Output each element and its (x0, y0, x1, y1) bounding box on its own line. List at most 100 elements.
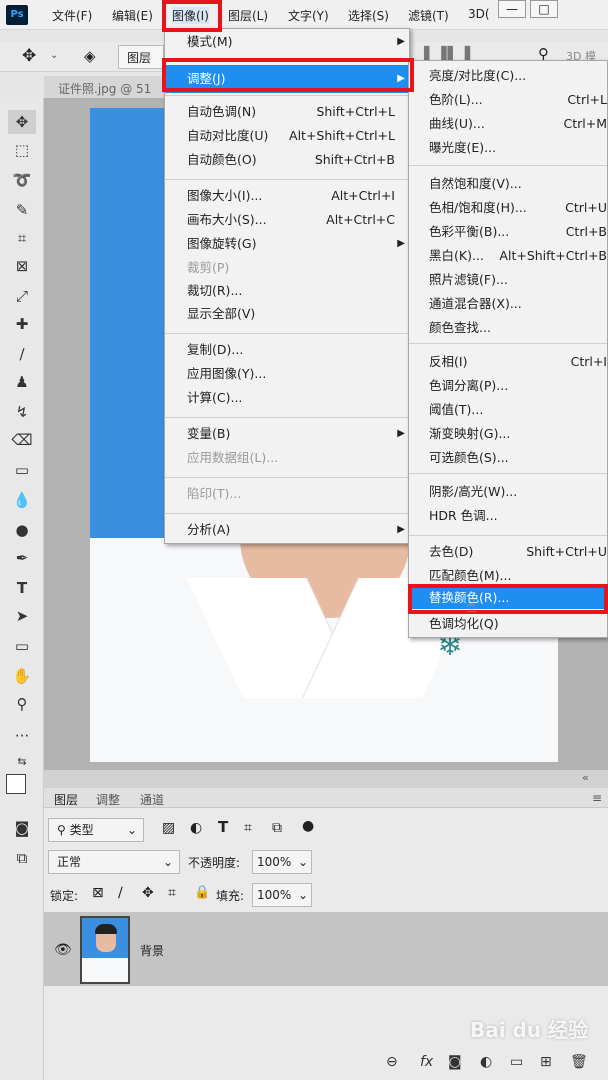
menu-file[interactable]: 文件(F) (52, 7, 92, 24)
maximize-button[interactable]: □ (530, 0, 558, 18)
swap-colors-icon[interactable]: ⇆ (8, 750, 36, 774)
adjust-menu-item-desaturate[interactable]: 去色(D) Shift+Ctrl+U (409, 541, 607, 563)
image-menu-item-trim[interactable]: 裁切(R)... (165, 280, 409, 302)
delete-layer-icon[interactable]: 🗑 (570, 1054, 588, 1070)
minimize-button[interactable]: — (498, 0, 526, 18)
lock-all-icon[interactable]: 🔒 (194, 885, 210, 900)
image-menu-item-mode[interactable]: 模式(M) ▶ (165, 31, 409, 53)
image-menu-item-canvas-size[interactable]: 画布大小(S)... Alt+Ctrl+C (165, 209, 409, 231)
menu-edit[interactable]: 编辑(E) (112, 7, 153, 24)
adjust-menu-item-color-lookup[interactable]: 颜色查找... (409, 317, 607, 339)
adjust-menu-item-posterize[interactable]: 色调分离(P)... (409, 375, 607, 397)
lasso-tool-icon[interactable]: ➰ (8, 168, 36, 192)
text-tool-icon[interactable]: T (8, 576, 36, 600)
adjustment-filter-icon[interactable]: ◐ (190, 820, 202, 836)
filter-kind-dropdown[interactable]: ⚲ 类型 ⌄ (48, 818, 144, 842)
image-menu-item-auto-contrast[interactable]: 自动对比度(U) Alt+Shift+Ctrl+L (165, 125, 409, 147)
image-menu-item-calculations[interactable]: 计算(C)... (165, 387, 409, 409)
tab-layers[interactable]: 图层 (54, 791, 78, 808)
foreground-color-swatch[interactable] (6, 774, 26, 794)
fill-field[interactable]: 100% ⌄ (252, 883, 312, 907)
opacity-field[interactable]: 100% ⌄ (252, 850, 312, 874)
layers-stack-icon[interactable]: ◈ (84, 47, 96, 65)
lock-artboard-icon[interactable]: ⌗ (168, 885, 176, 901)
adjust-menu-item-hue-saturation[interactable]: 色相/饱和度(H)... Ctrl+U (409, 197, 607, 219)
menu-3d[interactable]: 3D( (468, 7, 490, 21)
frame-tool-icon[interactable]: ⊠ (8, 254, 36, 278)
adjust-menu-item-exposure[interactable]: 曝光度(E)... (409, 137, 607, 159)
adjust-menu-item-channel-mixer[interactable]: 通道混合器(X)... (409, 293, 607, 315)
adjust-menu-item-selective-color[interactable]: 可选颜色(S)... (409, 447, 607, 469)
type-filter-icon[interactable]: T (218, 818, 228, 836)
adjust-menu-item-threshold[interactable]: 阈值(T)... (409, 399, 607, 421)
fx-icon[interactable]: fx (420, 1054, 433, 1070)
stamp-tool-icon[interactable]: ♟ (8, 370, 36, 394)
adjust-menu-item-invert[interactable]: 反相(I) Ctrl+I (409, 351, 607, 373)
blur-tool-icon[interactable]: 💧 (8, 488, 36, 512)
pixel-filter-icon[interactable]: ▨ (162, 820, 175, 836)
zoom-tool-icon[interactable]: ⚲ (8, 692, 36, 716)
quick-mask-icon[interactable]: ◙ (8, 816, 36, 840)
filter-toggle-icon[interactable]: ● (302, 818, 314, 834)
move-icon[interactable]: ✥ (22, 46, 36, 66)
smart-object-filter-icon[interactable]: ⧉ (272, 820, 282, 836)
eyedropper-icon[interactable]: ⤢ (8, 284, 36, 308)
new-layer-icon[interactable]: ⊞ (540, 1054, 552, 1070)
image-menu-item-analysis[interactable]: 分析(A) ▶ (165, 519, 409, 541)
eraser-tool-icon[interactable]: ⌫ (8, 428, 36, 452)
auto-select-dropdown[interactable]: 图层 (118, 45, 164, 69)
adjustment-layer-icon[interactable]: ◐ (480, 1054, 492, 1070)
lock-transparent-icon[interactable]: ⊠ (92, 885, 104, 901)
lock-image-icon[interactable]: ∕ (118, 885, 123, 901)
image-menu-item-apply-image[interactable]: 应用图像(Y)... (165, 363, 409, 385)
shape-filter-icon[interactable]: ⌗ (244, 820, 252, 836)
menu-layer[interactable]: 图层(L) (228, 7, 268, 24)
image-menu-item-image-size[interactable]: 图像大小(I)... Alt+Ctrl+I (165, 185, 409, 207)
tab-adjustments[interactable]: 调整 (96, 791, 120, 808)
new-group-icon[interactable]: ▭ (510, 1054, 523, 1070)
visibility-eye-icon[interactable]: 👁 (54, 942, 72, 958)
blend-mode-dropdown[interactable]: 正常 ⌄ (48, 850, 180, 874)
add-mask-icon[interactable]: ◙ (448, 1054, 462, 1070)
hand-tool-icon[interactable]: ✋ (8, 664, 36, 688)
menu-select[interactable]: 选择(S) (348, 7, 389, 24)
gradient-tool-icon[interactable]: ▭ (8, 458, 36, 482)
image-menu-item-auto-tone[interactable]: 自动色调(N) Shift+Ctrl+L (165, 101, 409, 123)
panel-menu-icon[interactable]: ≡ (592, 791, 602, 805)
rectangle-tool-icon[interactable]: ▭ (8, 634, 36, 658)
screen-mode-icon[interactable]: ⧉ (8, 846, 36, 870)
menu-type[interactable]: 文字(Y) (288, 7, 329, 24)
adjust-menu-item-gradient-map[interactable]: 渐变映射(G)... (409, 423, 607, 445)
adjust-menu-item-photo-filter[interactable]: 照片滤镜(F)... (409, 269, 607, 291)
marquee-tool-icon[interactable]: ⬚ (8, 138, 36, 162)
dodge-tool-icon[interactable]: ● (8, 518, 36, 542)
layer-name[interactable]: 背景 (140, 942, 164, 959)
image-menu-item-auto-color[interactable]: 自动颜色(O) Shift+Ctrl+B (165, 149, 409, 171)
image-menu-item-image-rotation[interactable]: 图像旋转(G) ▶ (165, 233, 409, 255)
collapse-icon[interactable]: « (582, 771, 589, 784)
image-menu-item-reveal-all[interactable]: 显示全部(V) (165, 303, 409, 325)
adjust-menu-item-black-white[interactable]: 黑白(K)... Alt+Shift+Ctrl+B (409, 245, 607, 267)
brush-tool-icon[interactable]: ∕ (8, 342, 36, 366)
move-tool-icon[interactable]: ✥ (8, 110, 36, 134)
lock-position-icon[interactable]: ✥ (142, 885, 154, 901)
crop-tool-icon[interactable]: ⌗ (8, 226, 36, 250)
adjust-menu-item-levels[interactable]: 色阶(L)... Ctrl+L (409, 89, 607, 111)
healing-brush-icon[interactable]: ✚ (8, 312, 36, 336)
adjust-menu-item-vibrance[interactable]: 自然饱和度(V)... (409, 173, 607, 195)
adjust-menu-item-color-balance[interactable]: 色彩平衡(B)... Ctrl+B (409, 221, 607, 243)
pen-tool-icon[interactable]: ✒ (8, 546, 36, 570)
adjust-menu-item-shadows-highlights[interactable]: 阴影/高光(W)... (409, 481, 607, 503)
adjust-menu-item-brightness-contrast[interactable]: 亮度/对比度(C)... (409, 65, 607, 87)
path-select-icon[interactable]: ➤ (8, 604, 36, 628)
adjust-menu-item-hdr-toning[interactable]: HDR 色调... (409, 505, 607, 527)
link-layers-icon[interactable]: ⊖ (386, 1054, 398, 1070)
quick-select-icon[interactable]: ✎ (8, 198, 36, 222)
menu-filter[interactable]: 滤镜(T) (408, 7, 449, 24)
tab-channels[interactable]: 通道 (140, 791, 164, 808)
adjust-menu-item-curves[interactable]: 曲线(U)... Ctrl+M (409, 113, 607, 135)
chevron-down-icon[interactable]: ⌄ (50, 50, 58, 61)
adjust-menu-item-equalize[interactable]: 色调均化(Q) (409, 613, 607, 635)
image-menu-item-variables[interactable]: 变量(B) ▶ (165, 423, 409, 445)
history-brush-icon[interactable]: ↯ (8, 400, 36, 424)
